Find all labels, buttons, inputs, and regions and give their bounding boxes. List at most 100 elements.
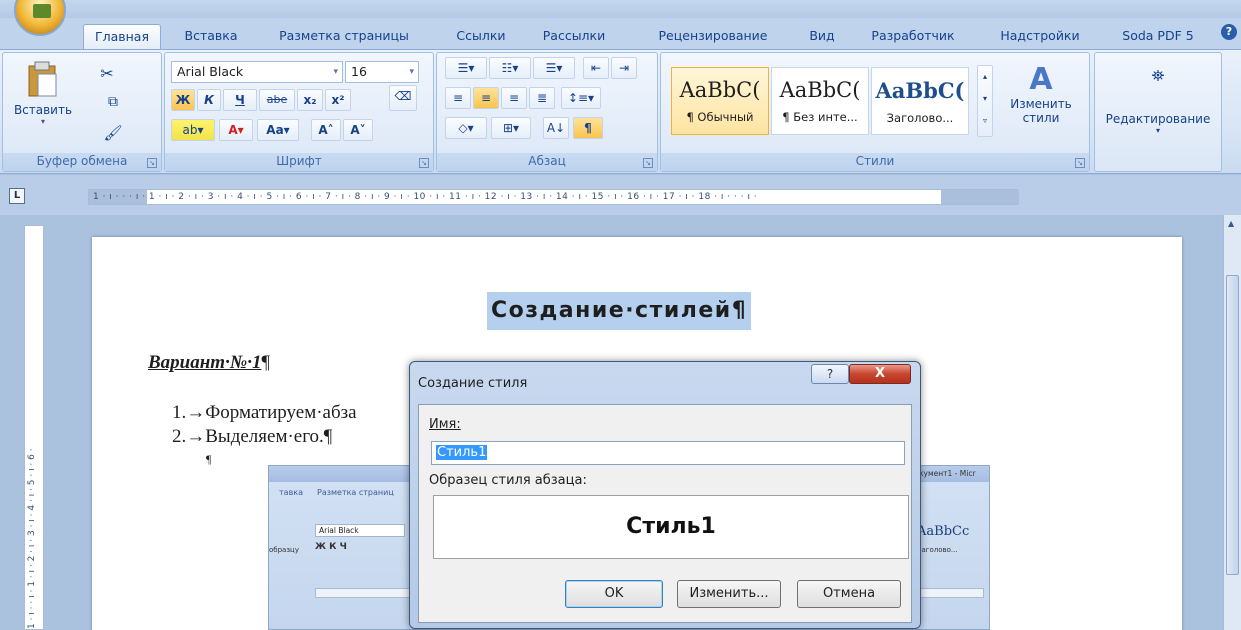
scroll-thumb[interactable]: [1226, 275, 1239, 575]
styles-scroll-icon[interactable]: ▴ ▾ ▿: [977, 65, 993, 137]
list-item-2[interactable]: 2.→Выделяем·его.¶: [172, 426, 332, 448]
vertical-scrollbar[interactable]: ▲: [1223, 215, 1241, 630]
grow-font-button[interactable]: A˄: [311, 119, 341, 141]
embedded-window-title: кумент1 - Micr: [919, 469, 976, 478]
tab-developer[interactable]: Разработчик: [858, 24, 968, 50]
ok-button[interactable]: OK: [565, 580, 663, 608]
list-item-1[interactable]: 1.→Форматируем·абза: [172, 402, 357, 424]
tab-mailings[interactable]: Рассылки: [534, 24, 614, 50]
tab-view[interactable]: Вид: [800, 24, 844, 50]
style-label: ¶ Обычный: [686, 110, 754, 124]
clipboard-icon: [28, 61, 57, 97]
numbering-icon[interactable]: ☷▾: [489, 57, 531, 79]
style-normal[interactable]: AaBbC( ¶ Обычный: [671, 67, 769, 135]
superscript-button[interactable]: x²: [325, 89, 351, 111]
paragraph-mark: ¶: [261, 352, 271, 373]
font-group-label: Шрифт ↘: [165, 153, 433, 171]
underline-button[interactable]: Ч: [223, 89, 257, 111]
style-heading[interactable]: AaBbC( Заголово...: [871, 67, 969, 135]
editing-label: Редактирование: [1105, 112, 1211, 126]
empty-paragraph[interactable]: ¶: [206, 452, 211, 467]
show-formatting-button[interactable]: ¶: [573, 117, 603, 139]
multilevel-list-icon[interactable]: ☰▾: [533, 57, 575, 79]
line-spacing-icon[interactable]: ↕≡▾: [561, 87, 601, 109]
tab-references[interactable]: Ссылки: [448, 24, 514, 50]
tab-page-layout[interactable]: Разметка страницы: [256, 24, 432, 50]
tab-soda-pdf[interactable]: Soda PDF 5: [1108, 24, 1208, 50]
strikethrough-button[interactable]: abe: [259, 89, 295, 111]
change-case-button[interactable]: Aa▾: [257, 119, 299, 141]
dialog-launcher-icon[interactable]: ↘: [1075, 158, 1085, 168]
embedded-tab: Разметка страниц: [317, 488, 394, 497]
borders-icon[interactable]: ⊞▾: [491, 117, 531, 139]
justify-icon[interactable]: ≣: [529, 87, 555, 109]
styles-group: AaBbC( ¶ Обычный AaBbC( ¶ Без инте... Aa…: [660, 52, 1090, 172]
style-no-spacing[interactable]: AaBbC( ¶ Без инте...: [771, 67, 869, 135]
binoculars-icon: ⛯: [1151, 66, 1165, 85]
clear-formatting-icon[interactable]: ⌫: [389, 85, 417, 111]
create-style-dialog: Создание стиля ? X Имя: Стиль1 Образец с…: [409, 361, 921, 629]
editing-group: ⛯ Редактирование ▾: [1094, 52, 1222, 172]
shrink-font-button[interactable]: A˅: [343, 119, 373, 141]
chevron-down-icon: ▾: [333, 67, 338, 77]
dialog-body: Имя: Стиль1 Образец стиля абзаца: Стиль1…: [418, 404, 912, 623]
bold-button[interactable]: Ж: [171, 89, 195, 111]
editing-button[interactable]: ⛯ Редактирование ▾: [1099, 59, 1217, 151]
align-right-icon[interactable]: ≡: [501, 87, 527, 109]
dialog-launcher-icon[interactable]: ↘: [147, 158, 157, 168]
cancel-button[interactable]: Отмена: [797, 580, 901, 608]
dialog-launcher-icon[interactable]: ↘: [419, 158, 429, 168]
cut-icon[interactable]: ✂: [93, 63, 121, 85]
change-styles-button[interactable]: A Изменить стили: [1001, 57, 1081, 149]
italic-button[interactable]: К: [197, 89, 221, 111]
document-title[interactable]: Создание·стилей¶: [487, 292, 752, 330]
bullets-icon[interactable]: ☰▾: [445, 57, 487, 79]
dialog-launcher-icon[interactable]: ↘: [643, 158, 653, 168]
tab-insert[interactable]: Вставка: [180, 24, 242, 50]
variant-heading[interactable]: Вариант·№·1¶: [148, 352, 270, 374]
tab-home[interactable]: Главная: [83, 24, 161, 50]
decrease-indent-icon[interactable]: ⇤: [583, 57, 609, 79]
embedded-paste-label: образцу: [269, 546, 299, 554]
style-preview: AaBbC(: [875, 78, 965, 103]
paragraph-group: ☰▾ ☷▾ ☰▾ ⇤ ⇥ ≡ ≡ ≡ ≣ ↕≡▾ ◇▾ ⊞▾ A↓ ¶ Абза…: [436, 52, 658, 172]
vruler-numbers: 1 · ı · · ı · 1 · ı · 2 · ı · 3 · ı · 4 …: [27, 448, 37, 629]
tab-addins[interactable]: Надстройки: [990, 24, 1090, 50]
highlight-icon[interactable]: ab▾: [171, 119, 215, 141]
scroll-up-icon[interactable]: ▲: [1228, 219, 1234, 228]
format-painter-icon[interactable]: 🖌: [99, 123, 127, 145]
sort-icon[interactable]: A↓: [543, 117, 569, 139]
horizontal-ruler[interactable]: 1 · ı · · · ı · 1 · ı · 2 · ı · 3 · ı · …: [88, 189, 1019, 205]
shading-icon[interactable]: ◇▾: [445, 117, 487, 139]
vertical-ruler[interactable]: 1 · ı · · ı · 1 · ı · 2 · ı · 3 · ı · 4 …: [24, 225, 44, 630]
close-button[interactable]: X: [849, 364, 911, 384]
tab-review[interactable]: Рецензирование: [640, 24, 786, 50]
copy-icon[interactable]: ⧉: [99, 93, 127, 115]
embedded-font-select: Arial Black: [315, 524, 405, 537]
subscript-button[interactable]: x₂: [297, 89, 323, 111]
name-input[interactable]: Стиль1: [431, 441, 905, 465]
sample-text: Стиль1: [626, 514, 716, 539]
align-center-icon[interactable]: ≡: [473, 87, 499, 109]
embedded-style-preview: AaBbCc: [917, 524, 970, 539]
styles-group-label: Стили ↘: [661, 153, 1089, 171]
tab-selector-button[interactable]: L: [9, 188, 25, 204]
paste-label: Вставить: [13, 103, 73, 117]
ribbon-tabs: Главная Вставка Разметка страницы Ссылки…: [0, 18, 1241, 50]
ruler-numbers: 1 · ı · · · ı · 1 · ı · 2 · ı · 3 · ı · …: [93, 192, 758, 202]
help-button[interactable]: ?: [811, 364, 849, 384]
embedded-format-buttons: Ж К Ч: [315, 542, 347, 552]
font-color-button[interactable]: A▾: [219, 119, 253, 141]
style-preview: AaBbC(: [779, 78, 861, 102]
increase-indent-icon[interactable]: ⇥: [611, 57, 637, 79]
modify-button[interactable]: Изменить...: [677, 580, 781, 608]
font-group: Arial Black ▾ 16 ▾ Ж К Ч abe x₂ x² ⌫ ab▾ A…: [164, 52, 434, 172]
font-name-select[interactable]: Arial Black ▾: [171, 61, 343, 83]
paste-button[interactable]: Вставить ▾: [11, 57, 75, 143]
office-logo-icon: [33, 4, 51, 18]
help-icon[interactable]: ?: [1221, 24, 1237, 40]
change-styles-icon: A: [1029, 62, 1053, 97]
align-left-icon[interactable]: ≡: [445, 87, 471, 109]
title-bar: [0, 0, 1241, 18]
font-size-select[interactable]: 16 ▾: [345, 61, 419, 83]
